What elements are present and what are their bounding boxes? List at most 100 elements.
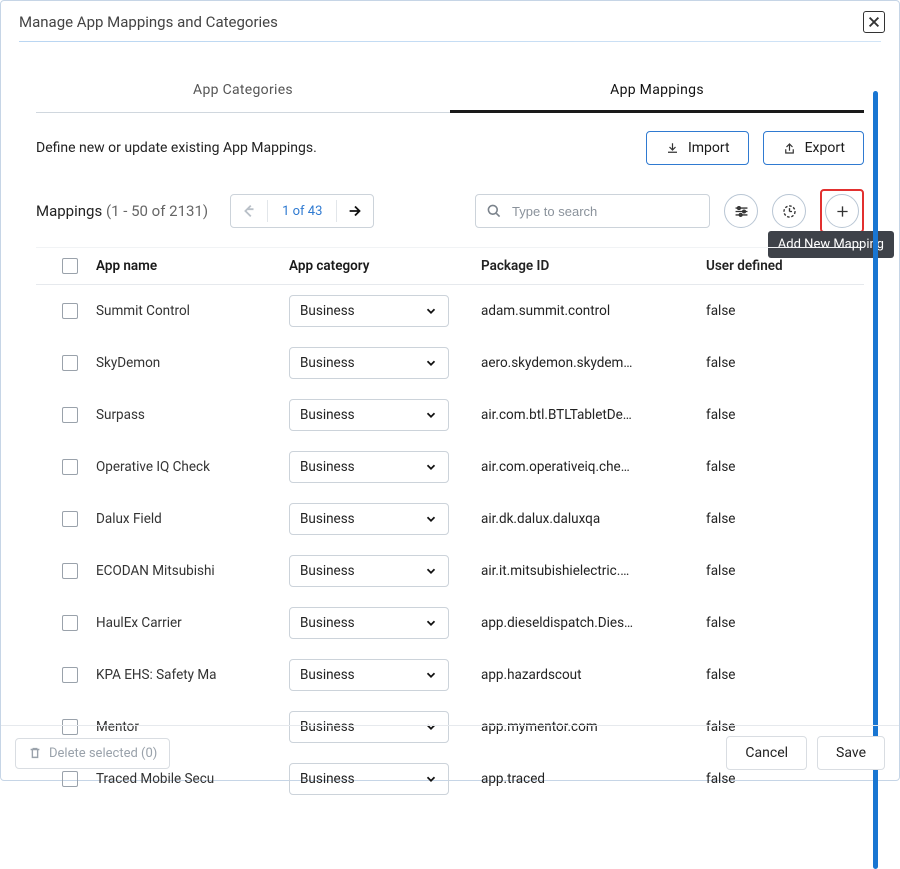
- col-header-category[interactable]: App category: [289, 258, 481, 274]
- mappings-title: Mappings: [36, 202, 102, 220]
- delete-selected-button[interactable]: Delete selected (0): [15, 738, 170, 769]
- category-value: Business: [300, 615, 355, 631]
- chevron-down-icon: [424, 616, 438, 630]
- cell-app-name: ECODAN Mitsubishi: [96, 563, 289, 579]
- search-icon: [486, 203, 502, 219]
- col-header-package[interactable]: Package ID: [481, 258, 706, 274]
- import-export-group: Import Export: [646, 131, 864, 165]
- category-value: Business: [300, 511, 355, 527]
- cell-user-defined: false: [706, 667, 826, 683]
- plus-icon: [834, 203, 851, 220]
- page-next-button[interactable]: [337, 202, 373, 220]
- category-value: Business: [300, 563, 355, 579]
- manage-mappings-dialog: Manage App Mappings and Categories App C…: [0, 0, 900, 781]
- cell-app-name: Summit Control: [96, 303, 289, 319]
- row-checkbox[interactable]: [62, 563, 78, 579]
- import-icon: [665, 141, 680, 156]
- mappings-table: App name App category Package ID User de…: [36, 247, 864, 805]
- search-input[interactable]: [510, 203, 690, 220]
- dialog-title: Manage App Mappings and Categories: [19, 13, 278, 31]
- add-mapping-wrapper: Add New Mapping: [820, 189, 864, 233]
- category-select[interactable]: Business: [289, 399, 449, 431]
- row-checkbox[interactable]: [62, 407, 78, 423]
- row-checkbox[interactable]: [62, 615, 78, 631]
- cell-user-defined: false: [706, 459, 826, 475]
- category-select[interactable]: Business: [289, 503, 449, 535]
- tab-description: Define new or update existing App Mappin…: [36, 140, 317, 156]
- reset-button[interactable]: [772, 194, 806, 228]
- cell-user-defined: false: [706, 563, 826, 579]
- add-mapping-button[interactable]: [825, 194, 859, 228]
- chevron-down-icon: [424, 460, 438, 474]
- cell-app-name: Dalux Field: [96, 511, 289, 527]
- cell-app-name: KPA EHS: Safety Ma: [96, 667, 289, 683]
- cell-app-name: SkyDemon: [96, 355, 289, 371]
- search-box[interactable]: [475, 194, 710, 228]
- category-value: Business: [300, 407, 355, 423]
- filter-settings-icon: [733, 203, 750, 220]
- table-row: SkyDemonBusinessaero.skydemon.skydem…fal…: [36, 337, 864, 389]
- table-row: SurpassBusinessair.com.btl.BTLTabletDe…f…: [36, 389, 864, 441]
- category-value: Business: [300, 303, 355, 319]
- toolbar-secondary: Mappings (1 - 50 of 2131) 1 of 43: [36, 189, 864, 233]
- cell-package-id: adam.summit.control: [481, 303, 706, 319]
- toolbar-primary: Define new or update existing App Mappin…: [36, 131, 864, 165]
- col-header-name[interactable]: App name: [96, 258, 289, 274]
- table-row: HaulEx CarrierBusinessapp.dieseldispatch…: [36, 597, 864, 649]
- import-label: Import: [688, 140, 730, 156]
- category-select[interactable]: Business: [289, 607, 449, 639]
- row-checkbox[interactable]: [62, 459, 78, 475]
- cell-package-id: app.hazardscout: [481, 667, 706, 683]
- page-prev-button[interactable]: [231, 202, 267, 220]
- table-row: ECODAN Mitsubishi Business air.it.mitsubis…: [36, 545, 864, 597]
- cell-package-id: app.dieseldispatch.Dies…: [481, 615, 706, 631]
- chevron-down-icon: [424, 564, 438, 578]
- mappings-range: (1 - 50 of 2131): [106, 202, 208, 220]
- tab-app-categories[interactable]: App Categories: [36, 70, 450, 113]
- delete-selected-label: Delete selected (0): [49, 746, 157, 761]
- table-header-row: App name App category Package ID User de…: [36, 247, 864, 285]
- cell-package-id: air.it.mitsubishielectric.…: [481, 563, 706, 579]
- page-indicator: 1 of 43: [268, 204, 336, 219]
- category-select[interactable]: Business: [289, 451, 449, 483]
- table-row: Dalux FieldBusinessair.dk.dalux.daluxqaf…: [36, 493, 864, 545]
- filter-settings-button[interactable]: [724, 194, 758, 228]
- cell-user-defined: false: [706, 303, 826, 319]
- category-select[interactable]: Business: [289, 555, 449, 587]
- cell-user-defined: false: [706, 355, 826, 371]
- select-all-checkbox[interactable]: [62, 258, 78, 274]
- table-row: Operative IQ CheckBusinessair.com.operat…: [36, 441, 864, 493]
- category-value: Business: [300, 459, 355, 475]
- category-select[interactable]: Business: [289, 295, 449, 327]
- tab-app-mappings[interactable]: App Mappings: [450, 70, 864, 113]
- arrow-right-icon: [346, 202, 364, 220]
- export-label: Export: [805, 140, 845, 156]
- cell-user-defined: false: [706, 615, 826, 631]
- cell-user-defined: false: [706, 407, 826, 423]
- mappings-heading: Mappings (1 - 50 of 2131): [36, 202, 208, 220]
- category-select[interactable]: Business: [289, 659, 449, 691]
- cell-package-id: air.com.btl.BTLTabletDe…: [481, 407, 706, 423]
- trash-icon: [28, 746, 42, 760]
- category-select[interactable]: Business: [289, 347, 449, 379]
- cancel-button[interactable]: Cancel: [726, 736, 807, 770]
- export-icon: [782, 141, 797, 156]
- chevron-down-icon: [424, 408, 438, 422]
- import-button[interactable]: Import: [646, 131, 749, 165]
- add-highlight-frame: [820, 189, 864, 233]
- cell-package-id: air.dk.dalux.daluxqa: [481, 511, 706, 527]
- row-checkbox[interactable]: [62, 511, 78, 527]
- category-value: Business: [300, 667, 355, 683]
- close-icon: [867, 15, 881, 29]
- export-button[interactable]: Export: [763, 131, 864, 165]
- save-button[interactable]: Save: [817, 736, 885, 770]
- row-checkbox[interactable]: [62, 303, 78, 319]
- col-header-userdefined[interactable]: User defined: [706, 258, 826, 274]
- row-checkbox[interactable]: [62, 355, 78, 371]
- chevron-down-icon: [424, 356, 438, 370]
- row-checkbox[interactable]: [62, 667, 78, 683]
- chevron-down-icon: [424, 512, 438, 526]
- reset-icon: [781, 203, 798, 220]
- close-button[interactable]: [863, 11, 885, 33]
- category-value: Business: [300, 355, 355, 371]
